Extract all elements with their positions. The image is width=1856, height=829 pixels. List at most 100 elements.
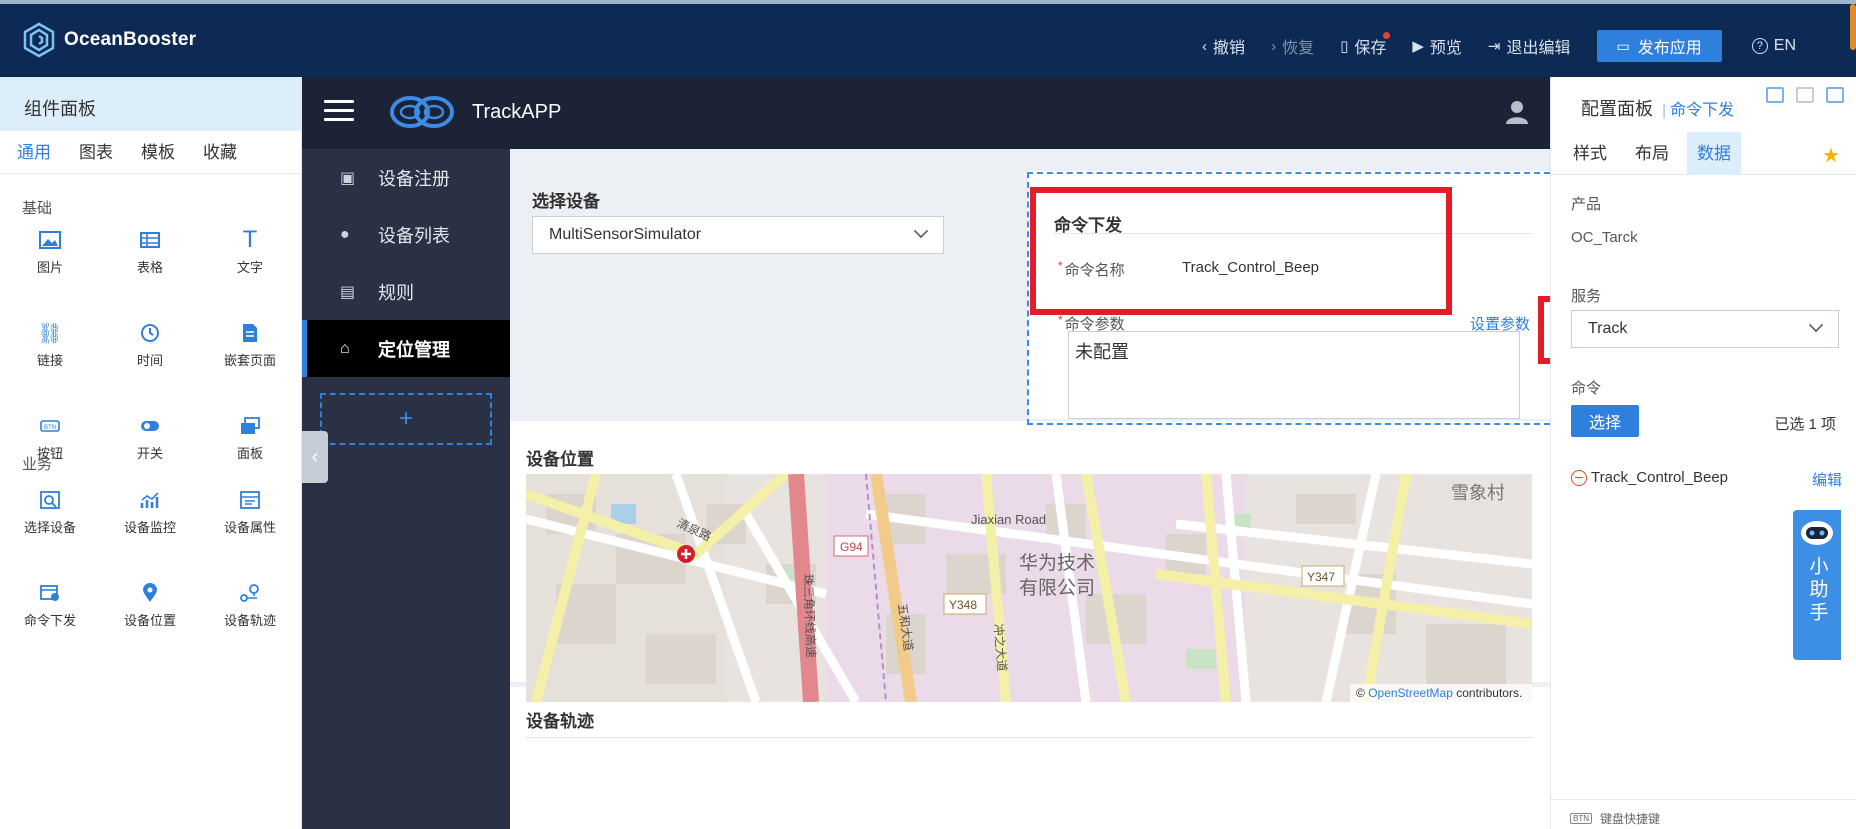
map-label-road: Jiaxian Road	[971, 512, 1046, 527]
user-avatar-icon[interactable]	[1504, 99, 1530, 125]
preview-button[interactable]: ▶ 预览	[1412, 34, 1462, 58]
add-nav-item-button[interactable]: +	[320, 393, 492, 445]
component-device-location[interactable]: 设备位置	[100, 570, 200, 663]
panel-icon	[237, 413, 263, 439]
brand-logo[interactable]: OceanBooster	[22, 22, 196, 58]
save-button[interactable]: ▯ 保存	[1340, 32, 1391, 58]
redo-button[interactable]: › 恢复	[1271, 34, 1314, 58]
clock-icon	[137, 320, 163, 346]
config-panel-title: 配置面板 命令下发	[1551, 77, 1856, 132]
tab-charts[interactable]: 图表	[78, 131, 114, 174]
save-icon: ▯	[1340, 38, 1349, 55]
component-tabs: 通用 图表 模板 收藏	[0, 131, 301, 174]
component-label: 开关	[136, 446, 163, 461]
nav-item-device-list[interactable]: ● 设备列表	[302, 206, 510, 263]
tab-layout[interactable]: 布局	[1635, 132, 1669, 175]
nav-item-rules[interactable]: ▤ 规则	[302, 263, 510, 320]
tab-general[interactable]: 通用	[16, 131, 52, 174]
undo-button[interactable]: ‹ 撤销	[1202, 34, 1245, 58]
app-title: TrackAPP	[472, 101, 562, 123]
component-device-monitor[interactable]: 设备监控	[100, 477, 200, 570]
layout-center-icon[interactable]	[1796, 87, 1814, 103]
business-components-grid: 选择设备 设备监控 设备属性 命令下发 设备位置 设备轨迹	[0, 477, 300, 663]
monitor-icon: ▭	[1616, 37, 1630, 54]
component-device-track[interactable]: 设备轨迹	[200, 570, 300, 663]
selected-command-item: Track_Control_Beep	[1571, 469, 1728, 486]
device-location-title: 设备位置	[526, 450, 594, 469]
map-canvas[interactable]: Jiaxian Road 华为技术 有限公司 雪象村 G94 Y348 Y347…	[526, 474, 1532, 702]
chevron-left-icon: ‹	[311, 445, 319, 468]
section-basic-title: 基础	[22, 200, 53, 217]
top-header: OceanBooster ‹ 撤销 › 恢复 ▯ 保存 ▶ 预览 ⇥ 退出编辑 …	[0, 0, 1856, 77]
app-sidebar: ▣ 设备注册 ● 设备列表 ▤ 规则 ⌂ 定位管理 +	[302, 149, 510, 829]
assistant-label: 小助手	[1806, 556, 1828, 625]
edit-command-link[interactable]: 编辑	[1812, 469, 1842, 490]
component-device-attr[interactable]: 设备属性	[200, 477, 300, 570]
component-label: 时间	[136, 353, 163, 368]
service-select[interactable]: Track	[1571, 310, 1839, 348]
keyboard-icon: BTN	[1570, 813, 1592, 824]
component-label: 表格	[136, 260, 163, 275]
component-table[interactable]: 表格	[100, 217, 200, 310]
assistant-widget[interactable]: 小助手	[1793, 510, 1841, 660]
command-param-textarea[interactable]: 未配置	[1068, 331, 1520, 419]
nav-item-location-manage[interactable]: ⌂ 定位管理	[302, 320, 510, 377]
component-link[interactable]: ⛓ 链接	[0, 310, 100, 403]
product-value[interactable]: OC_Tarck	[1571, 229, 1638, 246]
component-text[interactable]: T 文字	[200, 217, 300, 310]
switch-icon	[137, 413, 163, 439]
location-map[interactable]: Jiaxian Road 华为技术 有限公司 雪象村 G94 Y348 Y347…	[526, 474, 1532, 702]
keyboard-shortcuts[interactable]: BTN 键盘快捷键	[1570, 810, 1660, 827]
star-icon[interactable]: ★	[1822, 143, 1840, 168]
tab-favorites[interactable]: 收藏	[202, 131, 238, 174]
component-time[interactable]: 时间	[100, 310, 200, 403]
nav-item-device-register[interactable]: ▣ 设备注册	[302, 149, 510, 206]
layout-left-icon[interactable]	[1766, 87, 1784, 103]
save-label: 保存	[1354, 40, 1387, 57]
device-select[interactable]: MultiSensorSimulator	[532, 216, 944, 254]
svg-text:BTN: BTN	[44, 425, 56, 431]
tab-templates[interactable]: 模板	[140, 131, 176, 174]
command-name-value: Track_Control_Beep	[1182, 259, 1320, 276]
publish-button[interactable]: ▭ 发布应用	[1596, 30, 1722, 62]
component-command[interactable]: 命令下发	[0, 570, 100, 663]
component-label: 图片	[36, 260, 63, 275]
chevron-left-icon: ‹	[1202, 37, 1208, 55]
component-label: 嵌套页面	[223, 353, 276, 368]
select-device-card[interactable]: 选择设备 MultiSensorSimulator	[510, 149, 1027, 419]
tab-style[interactable]: 样式	[1573, 132, 1607, 175]
select-command-button[interactable]: 选择	[1571, 405, 1639, 437]
help-button[interactable]: ? EN	[1751, 37, 1796, 55]
command-icon	[37, 580, 63, 606]
svg-text:Y348: Y348	[949, 598, 977, 612]
component-label: 文字	[236, 260, 263, 275]
component-label: 设备轨迹	[223, 613, 276, 628]
divider	[1054, 233, 1532, 234]
param-value: 未配置	[1075, 342, 1129, 362]
exit-edit-button[interactable]: ⇥ 退出编辑	[1488, 34, 1571, 58]
component-label: 命令下发	[23, 613, 76, 628]
tab-data[interactable]: 数据	[1687, 131, 1741, 175]
top-actions: ‹ 撤销 › 恢复 ▯ 保存 ▶ 预览 ⇥ 退出编辑 ▭ 发布应用 ? EN	[1176, 30, 1796, 62]
layout-right-icon[interactable]	[1826, 87, 1844, 103]
oceanbooster-logo-icon	[23, 22, 55, 58]
unsaved-dot	[1383, 32, 1391, 39]
component-select-device[interactable]: 选择设备	[0, 477, 100, 570]
language-toggle[interactable]: EN	[1774, 37, 1796, 55]
collapse-panel-button[interactable]: ‹	[302, 431, 328, 483]
device-select-value: MultiSensorSimulator	[549, 226, 702, 243]
component-image[interactable]: 图片	[0, 217, 100, 310]
scroll-indicator[interactable]	[1850, 4, 1856, 50]
command-card[interactable]: 命令下发 * 命令名称 Track_Control_Beep * 命令参数 设置参数…	[1028, 171, 1550, 419]
remove-circle-icon[interactable]	[1571, 469, 1587, 486]
component-nested-page[interactable]: 嵌套页面	[200, 310, 300, 403]
table-icon	[137, 227, 163, 253]
document-icon: ▤	[340, 283, 356, 301]
hamburger-menu-icon[interactable]	[324, 100, 354, 122]
component-label: 设备位置	[123, 613, 176, 628]
section-business-title: 业务	[22, 456, 53, 473]
component-label: 设备监控	[123, 520, 176, 535]
component-label: 选择设备	[23, 520, 76, 535]
selected-count: 已选 1 项	[1774, 416, 1836, 433]
add-label: +	[398, 405, 413, 432]
